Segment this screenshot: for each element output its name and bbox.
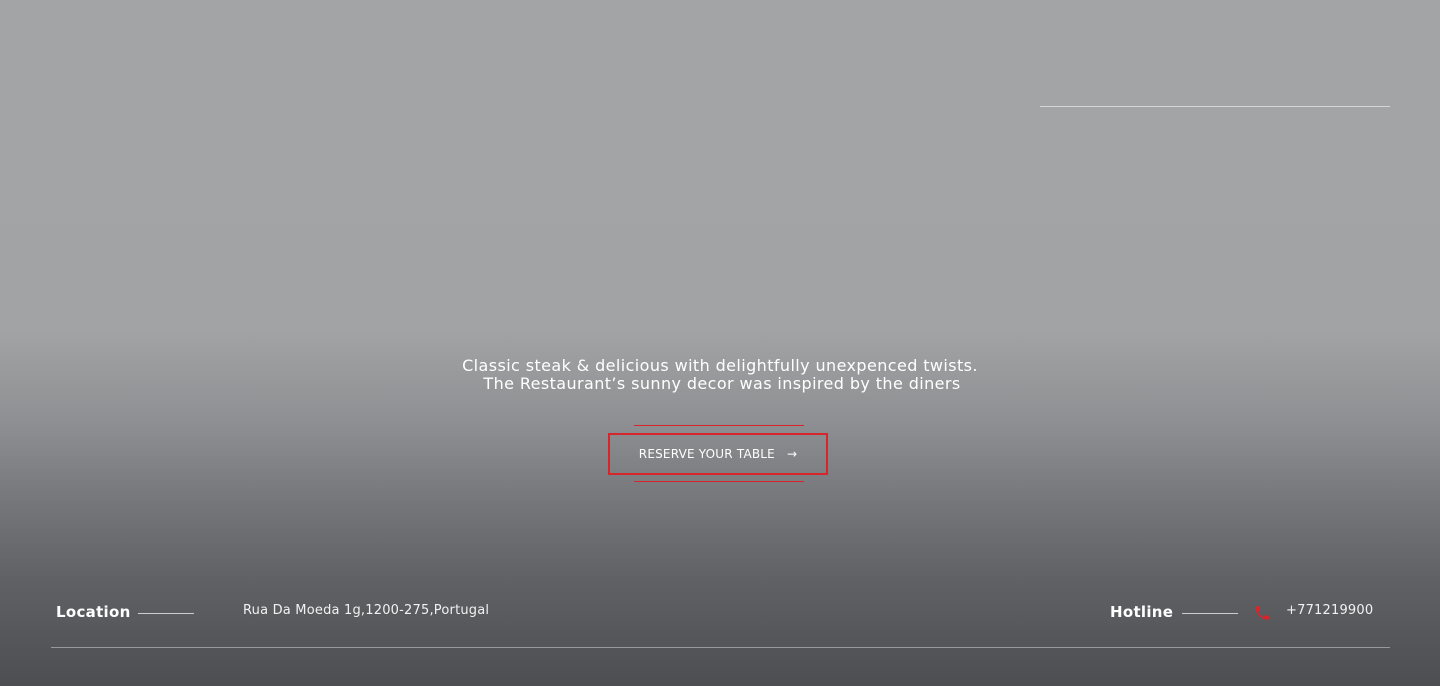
arrow-right-icon: →	[786, 447, 798, 461]
tagline-line-1: Classic steak & delicious with delightfu…	[462, 356, 978, 375]
hotline-number[interactable]: +771219900	[1286, 603, 1373, 618]
top-divider	[1040, 106, 1390, 107]
bottom-divider	[51, 647, 1390, 648]
hotline-label: Hotline	[1110, 603, 1174, 621]
tagline-line-2: The Restaurant’s sunny decor was inspire…	[483, 374, 961, 393]
location-address: Rua Da Moeda 1g,1200-275,Portugal	[243, 603, 490, 618]
reserve-table-button[interactable]: RESERVE YOUR TABLE →	[608, 433, 828, 475]
hotline-dash	[1182, 613, 1238, 614]
reserve-bottom-line	[634, 481, 804, 482]
reserve-top-line	[634, 425, 804, 426]
reserve-label: RESERVE YOUR TABLE	[638, 447, 775, 461]
location-label: Location	[56, 603, 131, 621]
reserve-container: RESERVE YOUR TABLE →	[608, 425, 828, 482]
hero-tagline: Classic steak & delicious with delightfu…	[0, 357, 1440, 393]
phone-icon	[1253, 604, 1271, 622]
location-dash	[138, 613, 194, 614]
